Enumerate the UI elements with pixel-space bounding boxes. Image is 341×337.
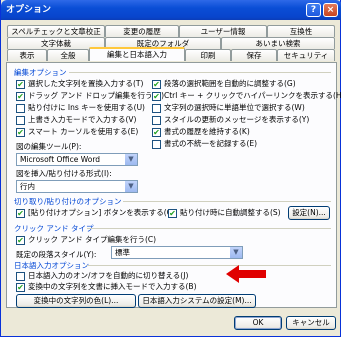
ime-settings-button[interactable]: 日本語入力システムの設定(M)... bbox=[138, 294, 256, 308]
paste-style-select[interactable]: 行内 ▼ bbox=[16, 180, 138, 193]
tab-track-changes[interactable]: 変更の履歴 bbox=[105, 25, 179, 37]
close-button[interactable]: × bbox=[323, 3, 338, 17]
chevron-down-icon[interactable]: ▼ bbox=[125, 181, 137, 192]
tab-fuzzy-search[interactable]: あいまい検索 bbox=[221, 37, 335, 49]
checkbox[interactable]: ✔ bbox=[16, 283, 25, 292]
click-type-heading: クリック アンド タイプ bbox=[14, 224, 94, 233]
checkbox[interactable]: ✔ bbox=[152, 80, 161, 89]
help-button[interactable]: ? bbox=[306, 3, 321, 17]
red-arrow-icon bbox=[226, 265, 266, 283]
tab-security[interactable]: セキュリティ bbox=[277, 49, 335, 61]
tab-print[interactable]: 印刷 bbox=[185, 49, 231, 61]
conversion-color-button[interactable]: 変換中の文字列の色(L)... bbox=[16, 294, 136, 308]
tab-panel: 編集オプション ✔ 選択した文字列を置換入力する(T) ✔ ドラッグ アンド ドロッ… bbox=[6, 62, 341, 308]
divider bbox=[87, 265, 331, 266]
edit-options-heading: 編集オプション bbox=[14, 68, 67, 77]
checkbox[interactable]: ✔ bbox=[152, 128, 161, 137]
checkbox[interactable] bbox=[152, 140, 161, 149]
tab-compatibility[interactable]: 互換性 bbox=[267, 25, 335, 37]
tab-user-info[interactable]: ユーザー情報 bbox=[179, 25, 267, 37]
cancel-button[interactable]: キャンセル bbox=[286, 316, 336, 330]
ime-options-heading: 日本語入力オプション bbox=[14, 261, 89, 270]
tab-view[interactable]: 表示 bbox=[7, 49, 47, 61]
checkbox[interactable] bbox=[152, 116, 161, 125]
checkbox[interactable] bbox=[16, 104, 25, 113]
divider bbox=[123, 201, 331, 202]
checkbox[interactable]: ✔ bbox=[16, 80, 25, 89]
paragraph-style-label: 既定の段落スタイル(Y): bbox=[16, 250, 97, 259]
chevron-down-icon[interactable]: ▼ bbox=[125, 154, 137, 165]
divider bbox=[87, 228, 331, 229]
tab-edit-japanese[interactable]: 編集と日本語入力 bbox=[89, 47, 185, 61]
paragraph-style-select[interactable]: 標準 ▼ bbox=[111, 246, 243, 259]
checkbox[interactable]: ✔ bbox=[16, 92, 25, 101]
paste-settings-button[interactable]: 設定(N)... bbox=[288, 206, 330, 220]
paste-options-heading: 切り取り/貼り付けのオプション bbox=[14, 197, 122, 206]
checkbox[interactable]: ✔ bbox=[16, 128, 25, 137]
options-dialog: オプション ? × スペルチェックと文章校正 変更の履歴 ユーザー情報 互換性 … bbox=[0, 0, 341, 337]
checkbox[interactable]: ✔ bbox=[152, 92, 161, 101]
checkbox[interactable] bbox=[152, 104, 161, 113]
checkbox[interactable] bbox=[16, 272, 25, 281]
ok-button[interactable]: OK bbox=[234, 316, 282, 330]
picture-editor-select[interactable]: Microsoft Office Word ▼ bbox=[16, 153, 138, 166]
title-bar: オプション ? × bbox=[1, 0, 341, 20]
window-title: オプション bbox=[6, 5, 52, 15]
checkbox[interactable]: ✔ bbox=[168, 209, 177, 218]
picture-editor-label: 図の編集ツール(P): bbox=[16, 142, 82, 151]
paste-style-label: 図を挿入/貼り付ける形式(I): bbox=[16, 169, 112, 178]
checkbox[interactable]: ✔ bbox=[16, 236, 25, 245]
tab-spelling[interactable]: スペルチェックと文章校正 bbox=[7, 25, 105, 37]
tab-general[interactable]: 全般 bbox=[47, 49, 89, 61]
chevron-down-icon[interactable]: ▼ bbox=[230, 247, 242, 258]
checkbox[interactable] bbox=[16, 116, 25, 125]
checkbox[interactable]: ✔ bbox=[16, 209, 25, 218]
divider bbox=[69, 72, 331, 73]
tab-save[interactable]: 保存 bbox=[231, 49, 277, 61]
